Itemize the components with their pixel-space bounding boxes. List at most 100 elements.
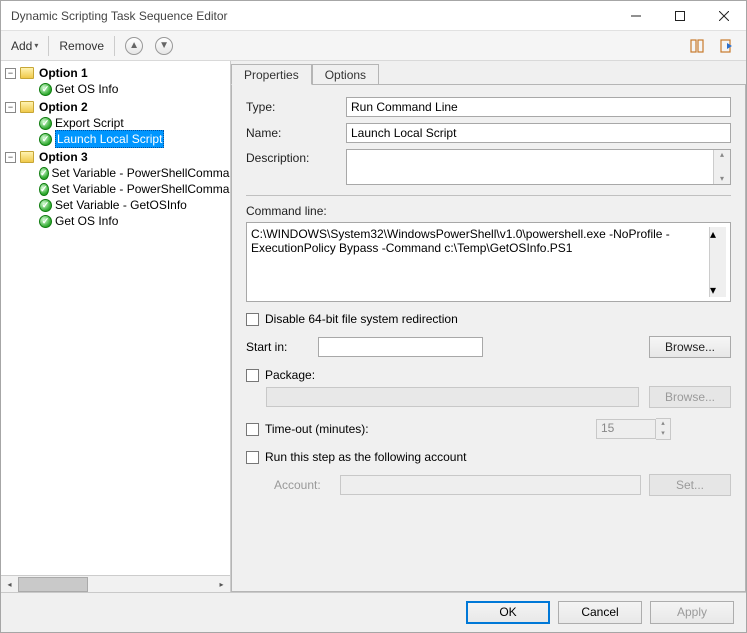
- scroll-down-icon[interactable]: ▾: [710, 283, 726, 297]
- collapse-icon[interactable]: −: [5, 152, 16, 163]
- disable-64bit-label: Disable 64-bit file system redirection: [265, 312, 458, 326]
- package-field: [266, 387, 639, 407]
- divider: [246, 195, 731, 196]
- scroll-left-icon[interactable]: ◂: [1, 576, 18, 593]
- spin-up-icon: ▴: [656, 419, 670, 429]
- tree-node-option-3[interactable]: − Option 3: [5, 149, 230, 165]
- check-icon: ✓: [39, 215, 52, 228]
- folder-icon: [20, 151, 34, 163]
- tree-group: − Option 1 ✓ Get OS Info: [5, 65, 230, 97]
- name-field[interactable]: [346, 123, 731, 143]
- detail-pane: Properties Options Type: Name: Descripti…: [231, 61, 746, 592]
- timeout-value: 15: [596, 419, 656, 439]
- remove-button[interactable]: Remove: [55, 35, 108, 57]
- tree-item-label: Get OS Info: [55, 213, 118, 229]
- collapse-icon[interactable]: −: [5, 68, 16, 79]
- tree-item[interactable]: ✓ Set Variable - GetOSInfo: [5, 197, 230, 213]
- toolbar: Add▾ Remove ▲ ▼: [1, 31, 746, 61]
- name-label: Name:: [246, 126, 346, 140]
- tree-item-label: Set Variable - GetOSInfo: [55, 197, 187, 213]
- command-scrollbar[interactable]: ▴ ▾: [709, 227, 726, 297]
- add-button[interactable]: Add▾: [7, 35, 42, 57]
- package-label: Package:: [265, 368, 315, 382]
- folder-icon: [20, 101, 34, 113]
- runas-label: Run this step as the following account: [265, 450, 466, 464]
- tool-icon-1[interactable]: [684, 35, 710, 57]
- tab-options[interactable]: Options: [312, 64, 379, 85]
- command-line-label: Command line:: [246, 204, 731, 218]
- scroll-up-icon[interactable]: ▴: [710, 227, 726, 241]
- check-icon: ✓: [39, 199, 52, 212]
- tree-item-label: Launch Local Script: [55, 130, 164, 148]
- disable-64bit-checkbox[interactable]: [246, 313, 259, 326]
- tree-item[interactable]: ✓ Get OS Info: [5, 81, 230, 97]
- scroll-up-icon[interactable]: ▴: [714, 150, 730, 160]
- separator: [48, 36, 49, 56]
- window: Dynamic Scripting Task Sequence Editor A…: [0, 0, 747, 633]
- package-checkbox[interactable]: [246, 369, 259, 382]
- tree-item[interactable]: ✓ Export Script: [5, 115, 230, 131]
- layout-icon: [688, 37, 706, 55]
- description-label: Description:: [246, 149, 346, 165]
- type-field[interactable]: [346, 97, 731, 117]
- tab-properties[interactable]: Properties: [231, 64, 312, 85]
- tree-node-option-1[interactable]: − Option 1: [5, 65, 230, 81]
- dialog-buttons: OK Cancel Apply: [1, 592, 746, 632]
- group-label: Option 2: [39, 99, 88, 115]
- command-line-field[interactable]: C:\WINDOWS\System32\WindowsPowerShell\v1…: [246, 222, 731, 302]
- tree-item[interactable]: ✓ Set Variable - PowerShellCommand: [5, 181, 230, 197]
- properties-tab-content: Type: Name: Description: ▴ ▾: [231, 84, 746, 592]
- tree-h-scrollbar[interactable]: ◂ ▸: [1, 575, 230, 592]
- account-field: [340, 475, 641, 495]
- cancel-button[interactable]: Cancel: [558, 601, 642, 624]
- maximize-button[interactable]: [658, 1, 702, 30]
- window-buttons: [614, 1, 746, 30]
- move-down-button[interactable]: ▼: [151, 35, 177, 57]
- tree-item-label: Get OS Info: [55, 81, 118, 97]
- browse-start-in-button[interactable]: Browse...: [649, 336, 731, 358]
- tree-item[interactable]: ✓ Get OS Info: [5, 213, 230, 229]
- check-icon: ✓: [39, 167, 49, 180]
- tree-item[interactable]: ✓ Set Variable - PowerShellCommand: [5, 165, 230, 181]
- runas-checkbox[interactable]: [246, 451, 259, 464]
- title-bar: Dynamic Scripting Task Sequence Editor: [1, 1, 746, 31]
- tree-item-label: Export Script: [55, 115, 124, 131]
- timeout-spinner: 15 ▴ ▾: [596, 418, 671, 440]
- tree-item-label: Set Variable - PowerShellCommand: [52, 165, 230, 181]
- ok-button[interactable]: OK: [466, 601, 550, 624]
- description-scrollbar[interactable]: ▴ ▾: [713, 150, 730, 184]
- tree-group: − Option 3 ✓ Set Variable - PowerShellCo…: [5, 149, 230, 229]
- move-up-button[interactable]: ▲: [121, 35, 147, 57]
- group-label: Option 3: [39, 149, 88, 165]
- tree-node-option-2[interactable]: − Option 2: [5, 99, 230, 115]
- separator: [114, 36, 115, 56]
- check-icon: ✓: [39, 133, 52, 146]
- check-icon: ✓: [39, 183, 49, 196]
- tool-icon-2[interactable]: [714, 35, 740, 57]
- tree-item-selected[interactable]: ✓ Launch Local Script: [5, 131, 230, 147]
- type-label: Type:: [246, 100, 346, 114]
- window-title: Dynamic Scripting Task Sequence Editor: [11, 9, 614, 23]
- browse-package-button: Browse...: [649, 386, 731, 408]
- minimize-button[interactable]: [614, 1, 658, 30]
- collapse-icon[interactable]: −: [5, 102, 16, 113]
- scroll-thumb[interactable]: [18, 577, 88, 592]
- account-label: Account:: [274, 478, 332, 492]
- arrow-down-icon: ▼: [155, 37, 173, 55]
- start-in-label: Start in:: [246, 340, 308, 354]
- close-button[interactable]: [702, 1, 746, 30]
- timeout-checkbox[interactable]: [246, 423, 259, 436]
- tree-group: − Option 2 ✓ Export Script ✓ Launch Loca…: [5, 99, 230, 147]
- spin-down-icon: ▾: [656, 429, 670, 439]
- layout-arrow-icon: [718, 37, 736, 55]
- timeout-label: Time-out (minutes):: [265, 422, 369, 436]
- start-in-field[interactable]: [318, 337, 483, 357]
- apply-button: Apply: [650, 601, 734, 624]
- check-icon: ✓: [39, 83, 52, 96]
- scroll-down-icon[interactable]: ▾: [714, 174, 730, 184]
- scroll-right-icon[interactable]: ▸: [213, 576, 230, 593]
- description-field[interactable]: ▴ ▾: [346, 149, 731, 185]
- arrow-up-icon: ▲: [125, 37, 143, 55]
- tab-strip: Properties Options: [231, 61, 746, 85]
- task-tree[interactable]: − Option 1 ✓ Get OS Info − Option 2: [1, 61, 230, 575]
